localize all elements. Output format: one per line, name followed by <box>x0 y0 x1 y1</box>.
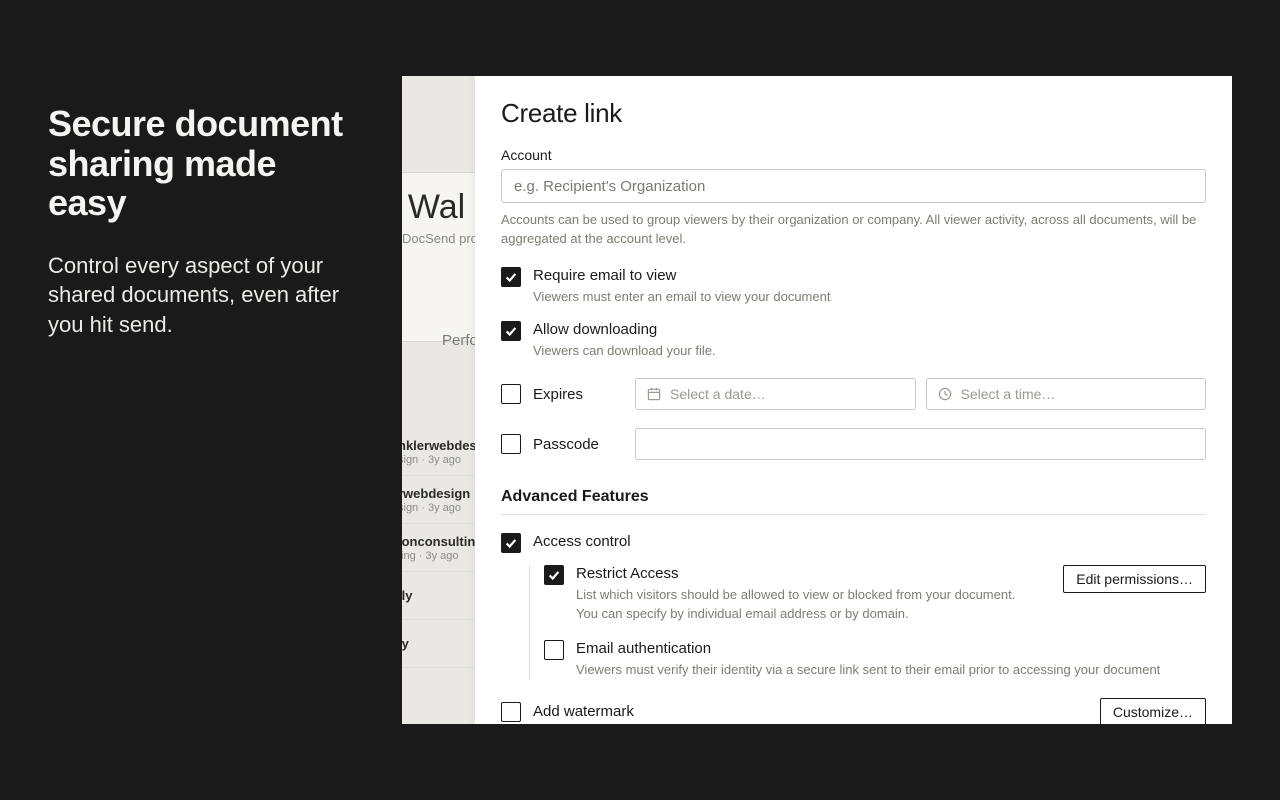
require-email-checkbox[interactable] <box>501 267 521 287</box>
customize-watermark-button[interactable]: Customize… <box>1100 698 1206 724</box>
clock-icon <box>937 386 953 402</box>
bg-tab: Perfo <box>442 332 478 349</box>
access-control-label: Access control <box>533 533 1206 550</box>
passcode-checkbox[interactable] <box>501 434 521 454</box>
watermark-row: Add watermark Customize… <box>501 698 1206 724</box>
require-email-desc: Viewers must enter an email to view your… <box>533 288 1206 307</box>
bg-document-title: ct Wal <box>402 188 465 227</box>
restrict-access-label: Restrict Access <box>576 565 1037 582</box>
access-control-row: Access control <box>501 533 1206 553</box>
watermark-checkbox[interactable] <box>501 702 521 722</box>
hero-copy: Secure document sharing made easy Contro… <box>48 104 358 340</box>
restrict-access-row: Restrict Access List which visitors shou… <box>544 565 1206 624</box>
expires-date-picker[interactable]: Select a date… <box>635 378 916 410</box>
email-auth-row: Email authentication Viewers must verify… <box>544 640 1206 680</box>
allow-download-label: Allow downloading <box>533 321 1206 338</box>
list-item: ly <box>402 620 482 668</box>
list-item: .ly <box>402 572 482 620</box>
email-auth-label: Email authentication <box>576 640 1206 657</box>
check-icon <box>504 324 518 338</box>
list-item: ionconsultin ting · 3y ago <box>402 524 482 572</box>
allow-download-checkbox[interactable] <box>501 321 521 341</box>
expires-time-placeholder: Select a time… <box>961 386 1056 402</box>
create-link-modal: Create link Account Accounts can be used… <box>475 76 1232 724</box>
allow-download-row: Allow downloading Viewers can download y… <box>501 321 1206 361</box>
check-icon <box>504 270 518 284</box>
expires-checkbox[interactable] <box>501 384 521 404</box>
check-icon <box>547 568 561 582</box>
email-auth-desc: Viewers must verify their identity via a… <box>576 661 1206 680</box>
watermark-label: Add watermark <box>533 703 1088 720</box>
app-screenshot: ct Wal DocSend pro Perfo nklerwebdesi si… <box>402 76 1232 724</box>
modal-title: Create link <box>501 98 1206 129</box>
list-item: nklerwebdesi sign · 3y ago <box>402 428 482 476</box>
expires-time-picker[interactable]: Select a time… <box>926 378 1207 410</box>
expires-label: Expires <box>533 386 623 403</box>
bg-document-sub: DocSend pro <box>402 231 478 246</box>
account-help: Accounts can be used to group viewers by… <box>501 211 1206 249</box>
account-label: Account <box>501 147 1206 163</box>
expires-date-placeholder: Select a date… <box>670 386 766 402</box>
passcode-label: Passcode <box>533 436 623 453</box>
advanced-header: Advanced Features <box>501 488 1206 515</box>
edit-permissions-button[interactable]: Edit permissions… <box>1063 565 1206 593</box>
check-icon <box>504 536 518 550</box>
list-item: rwebdesign sign · 3y ago <box>402 476 482 524</box>
expires-row: Expires Select a date… Select a time… <box>501 378 1206 410</box>
email-auth-checkbox[interactable] <box>544 640 564 660</box>
allow-download-desc: Viewers can download your file. <box>533 342 1206 361</box>
passcode-input[interactable] <box>635 428 1206 460</box>
restrict-access-desc: List which visitors should be allowed to… <box>576 586 1037 624</box>
access-control-nested: Restrict Access List which visitors shou… <box>529 565 1206 680</box>
require-email-label: Require email to view <box>533 267 1206 284</box>
passcode-row: Passcode <box>501 428 1206 460</box>
require-email-row: Require email to view Viewers must enter… <box>501 267 1206 307</box>
account-input[interactable] <box>501 169 1206 203</box>
restrict-access-checkbox[interactable] <box>544 565 564 585</box>
calendar-icon <box>646 386 662 402</box>
hero-title: Secure document sharing made easy <box>48 104 358 223</box>
access-control-checkbox[interactable] <box>501 533 521 553</box>
hero-subtitle: Control every aspect of your shared docu… <box>48 251 358 340</box>
bg-visitor-list: nklerwebdesi sign · 3y ago rwebdesign si… <box>402 428 482 668</box>
